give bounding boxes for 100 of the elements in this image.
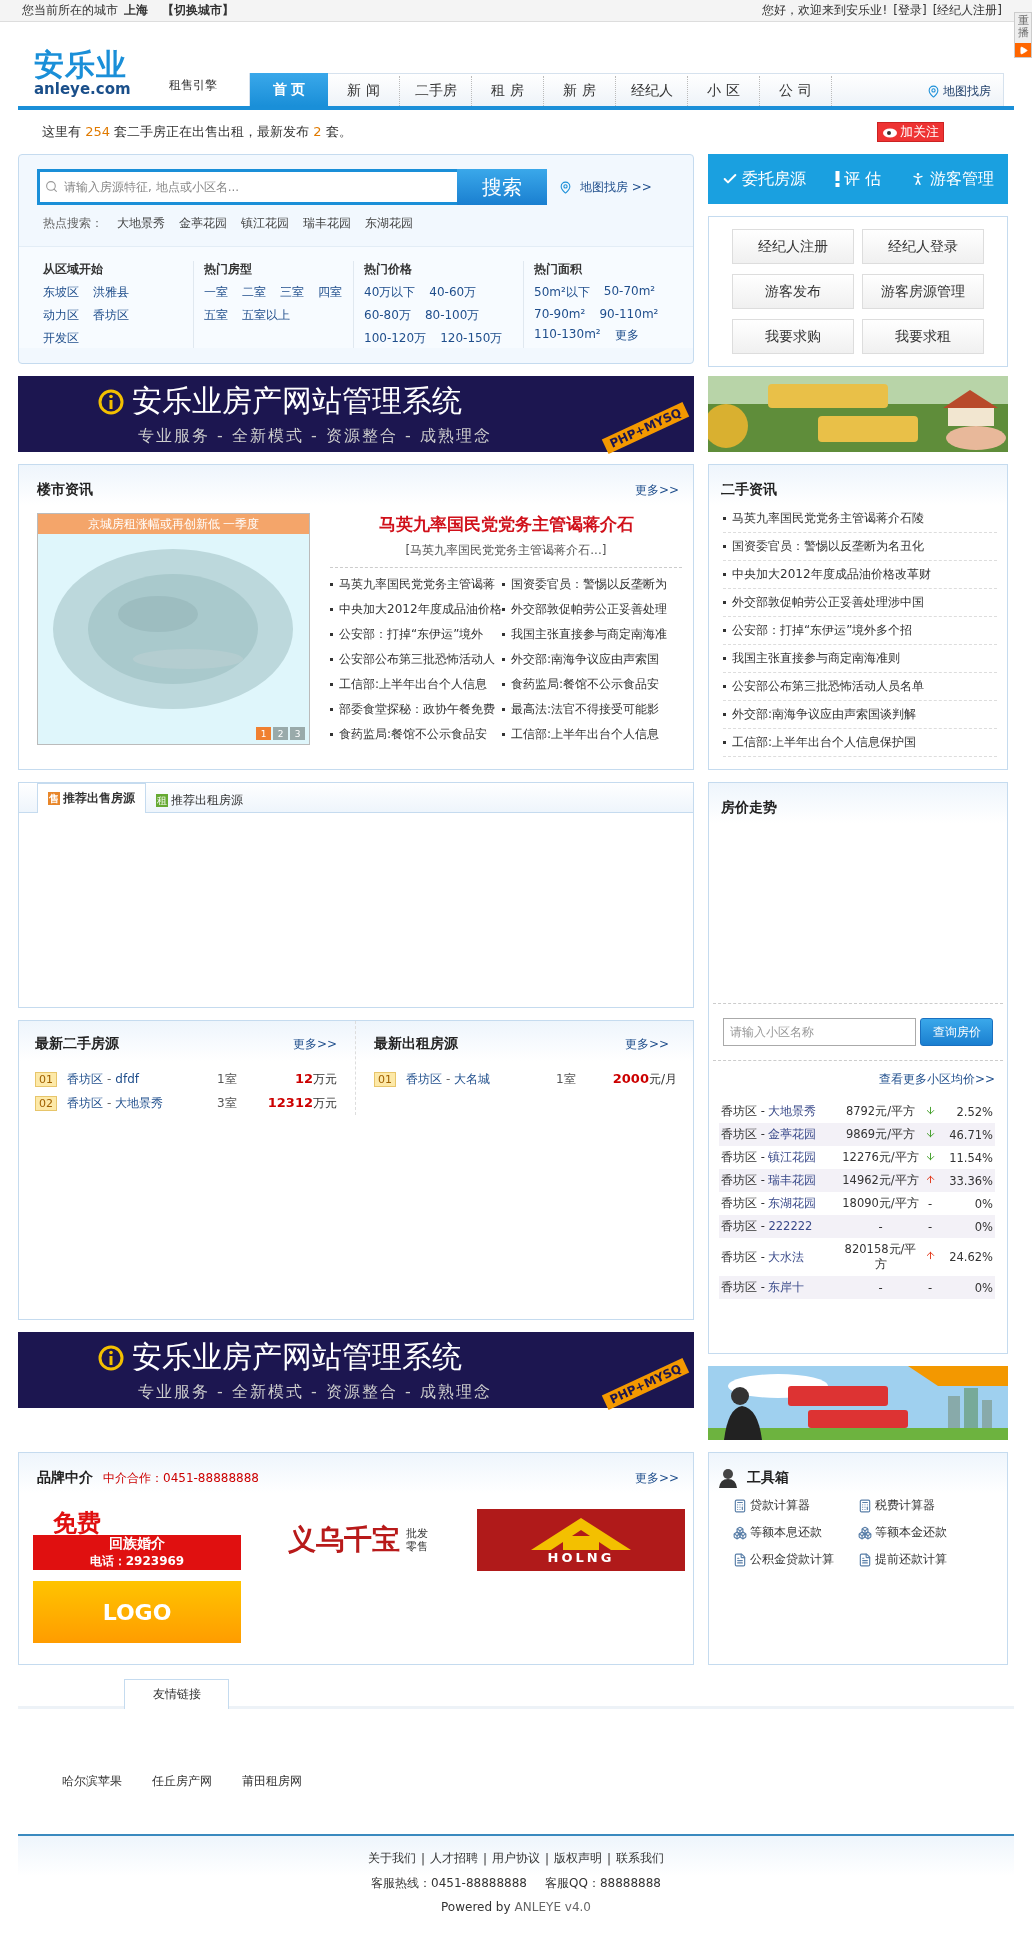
- filter-link[interactable]: 洪雅县: [93, 284, 129, 301]
- partner-logo[interactable]: 免费 回族婚介 电话：2923969: [33, 1509, 241, 1571]
- nav-tab[interactable]: 新 房: [544, 76, 616, 106]
- listing-link[interactable]: 大地景秀: [115, 1094, 164, 1112]
- listing-tab[interactable]: 租 推荐出租房源: [146, 787, 253, 813]
- follow-button[interactable]: 加关注: [877, 122, 944, 142]
- news-link[interactable]: 最高法:法官不得接受可能影: [502, 697, 682, 722]
- news-link[interactable]: 公安部：打掉“东伊运”境外: [330, 622, 502, 647]
- news-link[interactable]: 中央加大2012年度成品油价格改革财: [723, 561, 997, 589]
- nav-tab[interactable]: 公 司: [760, 76, 832, 106]
- filter-link[interactable]: 四室: [318, 284, 342, 301]
- news-link[interactable]: 工信部:上半年出台个人信息: [502, 722, 682, 747]
- listing-link[interactable]: dfdf: [115, 1072, 140, 1086]
- hot-search-link[interactable]: 瑞丰花园: [303, 215, 351, 232]
- hot-search-link[interactable]: 金葶花园: [179, 215, 227, 232]
- news-link[interactable]: 国资委官员：警惕以反垄断为: [502, 572, 682, 597]
- site-logo[interactable]: 安乐业 anleye.com: [34, 50, 169, 106]
- news-link[interactable]: 马英九率国民党党务主管谒蒋介石陵: [723, 505, 997, 533]
- news-link[interactable]: 食药监局:餐馆不公示食品安: [330, 722, 502, 747]
- nav-tab[interactable]: 小 区: [688, 76, 760, 106]
- footer-link[interactable]: 版权声明: [554, 1850, 603, 1867]
- partner-logo[interactable]: HOLNG: [477, 1509, 685, 1571]
- news-link[interactable]: 部委食堂探秘：政协午餐免费: [330, 697, 502, 722]
- news-link[interactable]: 公安部公布第三批恐怖活动人: [330, 647, 502, 672]
- community-search-field[interactable]: 请输入小区名称: [723, 1018, 917, 1046]
- news-link[interactable]: 外交部:南海争议应由声索国谈判解: [723, 701, 997, 729]
- friend-link[interactable]: 任丘房产网: [152, 1773, 212, 1790]
- filter-link[interactable]: 二室: [242, 284, 266, 301]
- nav-tab[interactable]: 租 房: [472, 76, 544, 106]
- switch-city-link[interactable]: 【切换城市】: [162, 2, 234, 19]
- filter-link[interactable]: 更多: [614, 327, 639, 344]
- filter-link[interactable]: 香坊区: [93, 307, 129, 324]
- tool-link[interactable]: 税费计算器: [858, 1497, 983, 1514]
- tool-link[interactable]: 提前还款计算: [858, 1551, 983, 1568]
- news-link[interactable]: 外交部:南海争议应由声索国: [502, 647, 682, 672]
- account-button[interactable]: 游客发布: [732, 274, 854, 309]
- nav-tab[interactable]: 新 闻: [328, 76, 400, 106]
- account-link[interactable]: [经纪人注册]: [932, 2, 1002, 19]
- account-button[interactable]: 经纪人登录: [862, 229, 984, 264]
- map-search-link[interactable]: 地图找房: [927, 76, 991, 106]
- account-button[interactable]: 游客房源管理: [862, 274, 984, 309]
- news-link[interactable]: 中央加大2012年度成品油价格: [330, 597, 502, 622]
- nav-tab[interactable]: 二手房: [400, 76, 472, 106]
- tool-link[interactable]: 等额本金还款: [858, 1524, 983, 1541]
- account-button[interactable]: 经纪人注册: [732, 229, 854, 264]
- filter-link[interactable]: 一室: [204, 284, 228, 301]
- tool-link[interactable]: 公积金贷款计算: [733, 1551, 858, 1568]
- hot-search-link[interactable]: 镇江花园: [241, 215, 289, 232]
- news-link[interactable]: 我国主张直接参与商定南海准: [502, 622, 682, 647]
- account-link[interactable]: [登录]: [893, 2, 927, 19]
- filter-link[interactable]: 开发区: [43, 330, 79, 347]
- listing-tab[interactable]: 售 推荐出售房源: [37, 783, 146, 813]
- tool-link[interactable]: 贷款计算器: [733, 1497, 858, 1514]
- news-link[interactable]: 工信部:上半年出台个人信息保护国: [723, 729, 997, 757]
- more-link[interactable]: 更多>>: [634, 1469, 679, 1487]
- filter-link[interactable]: 东坡区: [43, 284, 79, 301]
- filter-link[interactable]: 70-90m²: [534, 307, 586, 321]
- version-link[interactable]: ANLEYE v4.0: [514, 1900, 591, 1914]
- news-link[interactable]: 我国主张直接参与商定南海准则: [723, 645, 997, 673]
- more-link[interactable]: 更多>>: [624, 1035, 669, 1053]
- filter-link[interactable]: 110-130m²: [534, 327, 601, 344]
- map-search-link[interactable]: 地图找房 >>: [559, 178, 652, 196]
- news-link[interactable]: 马英九率国民党党务主管谒蒋: [330, 572, 502, 597]
- hot-search-link[interactable]: 东湖花园: [365, 215, 413, 232]
- district-link[interactable]: 香坊区: [67, 1094, 103, 1112]
- more-link[interactable]: 更多>>: [634, 481, 679, 499]
- friend-link[interactable]: 哈尔滨苹果: [62, 1773, 122, 1790]
- more-prices-link[interactable]: 查看更多小区均价>>: [878, 1071, 995, 1088]
- filter-link[interactable]: 40万以下: [364, 284, 416, 301]
- news-link[interactable]: 外交部敦促帕劳公正妥善处理涉中国: [723, 589, 997, 617]
- filter-link[interactable]: 90-110m²: [599, 307, 659, 321]
- tool-link[interactable]: 等额本息还款: [733, 1524, 858, 1541]
- filter-link[interactable]: 五室以上: [242, 307, 290, 324]
- district-link[interactable]: 香坊区: [406, 1070, 442, 1088]
- friend-link[interactable]: 莆田租房网: [242, 1773, 302, 1790]
- district-link[interactable]: 香坊区: [67, 1070, 103, 1088]
- filter-link[interactable]: 100-120万: [364, 330, 427, 347]
- filter-link[interactable]: 40-60万: [429, 284, 477, 301]
- footer-link[interactable]: 用户协议: [492, 1850, 540, 1867]
- footer-link[interactable]: 关于我们: [367, 1850, 416, 1867]
- footer-link[interactable]: 联系我们: [616, 1850, 665, 1867]
- headline-link[interactable]: 马英九率国民党党务主管谒蒋介石: [330, 513, 682, 536]
- news-link[interactable]: 工信部:上半年出台个人信息: [330, 672, 502, 697]
- filter-link[interactable]: 50-70m²: [603, 284, 656, 301]
- filter-link[interactable]: 60-80万: [364, 307, 411, 324]
- search-field[interactable]: 请输入房源特征, 地点或小区名...: [37, 169, 457, 205]
- news-link[interactable]: 国资委官员：警惕以反垄断为名丑化: [723, 533, 997, 561]
- account-button[interactable]: 我要求购: [732, 319, 854, 354]
- filter-link[interactable]: 五室: [204, 307, 228, 324]
- account-button[interactable]: 我要求租: [862, 319, 984, 354]
- friend-links-tab[interactable]: 友情链接: [124, 1679, 229, 1709]
- filter-link[interactable]: 120-150万: [440, 330, 503, 347]
- nav-tab[interactable]: 经纪人: [616, 76, 688, 106]
- filter-link[interactable]: 动力区: [43, 307, 79, 324]
- listing-link[interactable]: 大名城: [454, 1070, 491, 1088]
- side-widget[interactable]: 重播: [1014, 12, 1032, 59]
- news-link[interactable]: 食药监局:餐馆不公示食品安: [502, 672, 682, 697]
- hot-search-link[interactable]: 大地景秀: [117, 215, 165, 232]
- news-link[interactable]: 公安部：打掉“东伊运”境外多个招: [723, 617, 997, 645]
- news-link[interactable]: 公安部公布第三批恐怖活动人员名单: [723, 673, 997, 701]
